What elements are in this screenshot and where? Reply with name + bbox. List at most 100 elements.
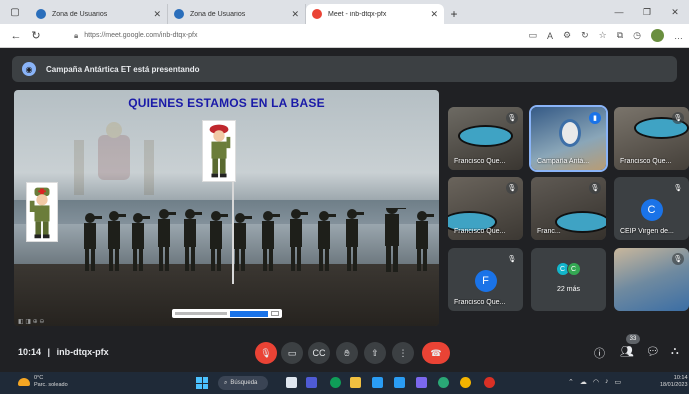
- slide-controls-icon[interactable]: ◧ ◨ ⊕ ⊖: [18, 318, 44, 325]
- browser-tab[interactable]: Zona de Usuarios ✕: [30, 4, 168, 24]
- chat-icon[interactable]: 💬︎: [646, 345, 660, 358]
- slide-title: QUIENES ESTAMOS EN LA BASE: [128, 96, 325, 110]
- logo-square: [196, 377, 202, 383]
- collections-icon[interactable]: ⧉: [617, 30, 623, 41]
- clock-time: 10:14: [673, 375, 688, 381]
- browser-tab-bar: ▢ Zona de Usuarios ✕ Zona de Usuarios ✕ …: [0, 0, 689, 24]
- windows-start-icon[interactable]: [196, 377, 208, 389]
- camera-icon[interactable]: ▭: [281, 342, 303, 364]
- app-icon[interactable]: [484, 377, 495, 388]
- close-tab-icon[interactable]: ✕: [153, 9, 161, 20]
- more-participants-tile[interactable]: C C 22 más: [531, 248, 606, 311]
- app-icon[interactable]: [438, 377, 449, 388]
- classroom-logo: [559, 119, 581, 147]
- meeting-details-icon[interactable]: ⓘ: [594, 345, 605, 361]
- extensions-icon[interactable]: ⚙: [563, 30, 571, 41]
- meeting-info: 10:14 | inb-dtqx-pfx: [18, 347, 109, 357]
- participant-name: CEIP Virgen de...: [620, 228, 674, 235]
- more-options-icon[interactable]: ⋮: [392, 342, 414, 364]
- favorites-icon[interactable]: ☆: [599, 30, 607, 41]
- mic-off-icon[interactable]: 🎙︎: [255, 342, 277, 364]
- store-icon[interactable]: [372, 377, 383, 388]
- camera-permission-icon[interactable]: ▭: [528, 30, 537, 41]
- present-icon[interactable]: ⇧: [364, 342, 386, 364]
- file-explorer-icon[interactable]: [350, 377, 361, 388]
- window-menu-icon[interactable]: ▢: [0, 0, 30, 24]
- weather-icon: [18, 378, 30, 386]
- clock-date: 18/01/2023: [660, 382, 688, 388]
- history-icon[interactable]: ◷: [633, 30, 641, 41]
- teams-icon[interactable]: [306, 377, 317, 388]
- participant-avatar: F: [474, 270, 497, 292]
- chevron-up-icon[interactable]: ⌃: [568, 378, 574, 386]
- captions-icon[interactable]: CC: [308, 342, 330, 364]
- participant-avatar: C: [566, 262, 581, 276]
- search-label: Búsqueda: [230, 380, 258, 386]
- participant-tile[interactable]: 🎙︎: [614, 248, 689, 311]
- face-redaction: [555, 211, 606, 233]
- wifi-icon[interactable]: ◠: [593, 378, 599, 386]
- weather-widget[interactable]: 0°C Parc. soleado: [18, 375, 68, 389]
- logo-square: [196, 383, 202, 389]
- task-view-icon[interactable]: [286, 377, 297, 388]
- more-participants-count: 22 más: [557, 286, 580, 293]
- close-tab-icon[interactable]: ✕: [430, 9, 438, 20]
- participant-tile[interactable]: F 🎙︎ Francisco Que...: [448, 248, 523, 311]
- mic-off-icon: 🎙︎: [506, 112, 518, 124]
- mic-off-icon: 🎙︎: [506, 253, 518, 265]
- new-tab-button[interactable]: +: [444, 4, 464, 24]
- participant-tile[interactable]: 🎙︎ Francisco Que...: [448, 177, 523, 240]
- refresh-extension-icon[interactable]: ↻: [581, 30, 589, 41]
- meeting-separator: |: [47, 347, 51, 357]
- restore-icon[interactable]: ❐: [633, 0, 661, 24]
- participant-name: Francisco Que...: [620, 158, 672, 165]
- read-aloud-icon[interactable]: A: [547, 31, 553, 41]
- mail-icon[interactable]: [394, 377, 405, 388]
- back-arrow-icon[interactable]: ←: [6, 30, 26, 42]
- network-icon[interactable]: ☁: [580, 378, 587, 386]
- edge-icon[interactable]: [330, 377, 341, 388]
- taskbar-search[interactable]: ⌕ Búsqueda: [218, 376, 268, 390]
- coat-of-arms-watermark: [74, 122, 154, 195]
- presenting-banner: ◉ Campaña Antártica ET está presentando: [12, 56, 677, 82]
- close-window-icon[interactable]: ✕: [661, 0, 689, 24]
- close-tab-icon[interactable]: ✕: [291, 9, 299, 20]
- cartoon-soldier-beret: [202, 120, 236, 182]
- participant-count-badge: 33: [626, 334, 640, 344]
- weather-desc: Parc. soleado: [34, 382, 68, 388]
- profile-avatar[interactable]: [651, 29, 664, 42]
- strip-text-bar: [175, 312, 227, 315]
- battery-icon[interactable]: ▭: [614, 378, 621, 386]
- strip-blue-button: [230, 310, 268, 317]
- logo-square: [202, 383, 208, 389]
- volume-icon[interactable]: ♪: [605, 378, 609, 386]
- browser-tab[interactable]: Zona de Usuarios ✕: [168, 4, 306, 24]
- captured-browser-strip: [172, 309, 282, 318]
- activities-icon[interactable]: ⛬: [671, 345, 679, 358]
- browser-tab-active[interactable]: Meet - inb-dtqx-pfx ✕: [306, 4, 444, 24]
- shared-screen[interactable]: QUIENES ESTAMOS EN LA BASE ◧ ◨ ⊕ ⊖: [14, 90, 439, 326]
- address-tools: ▭ A ⚙ ↻ ☆ ⧉ ◷ …: [528, 29, 683, 42]
- saluting-soldiers-silhouettes: [84, 208, 434, 272]
- hangup-icon[interactable]: ☎: [422, 342, 450, 364]
- participant-name: Francisco Que...: [454, 158, 506, 165]
- participant-tile-speaking[interactable]: ▮ Campaña Antá...: [529, 105, 608, 172]
- participant-tile[interactable]: 🎙︎ Francisco Que...: [614, 107, 689, 170]
- strip-box: [271, 311, 279, 316]
- minimize-icon[interactable]: —: [605, 0, 633, 24]
- taskbar-clock[interactable]: 10:14 18/01/2023: [660, 375, 688, 389]
- people-icon[interactable]: 👥︎: [620, 345, 634, 358]
- participant-tile[interactable]: C 🎙︎ CEIP Virgen de...: [614, 177, 689, 240]
- chrome-icon[interactable]: [460, 377, 471, 388]
- zona-usuarios-favicon-icon: [36, 9, 46, 19]
- app-icon[interactable]: [416, 377, 427, 388]
- participant-tile[interactable]: 🎙︎ Francisco Que...: [448, 107, 523, 170]
- mic-off-icon: 🎙︎: [672, 112, 684, 124]
- raise-hand-icon[interactable]: ✋︎: [336, 342, 358, 364]
- url-field[interactable]: 🔒︎ https://meet.google.com/inb-dtqx-pfx: [74, 31, 198, 41]
- participant-tile[interactable]: 🎙︎ Franc...: [531, 177, 606, 240]
- speaking-indicator-icon: ▮: [589, 112, 601, 124]
- more-browser-icon[interactable]: …: [674, 31, 683, 41]
- reload-icon[interactable]: ↻: [26, 29, 46, 42]
- lock-icon: 🔒︎: [74, 30, 79, 40]
